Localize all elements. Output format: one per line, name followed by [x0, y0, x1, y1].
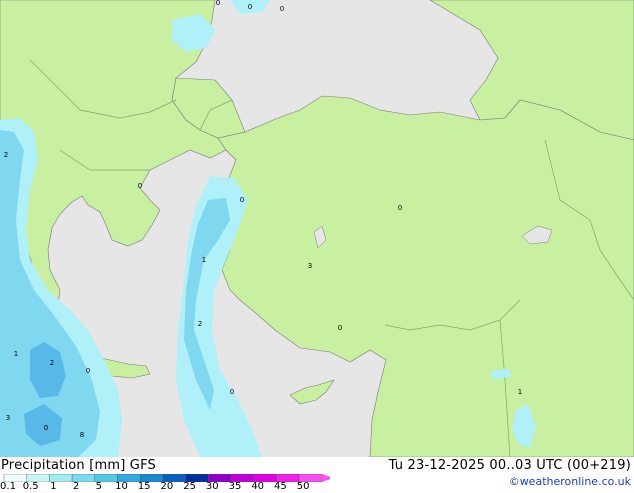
precip-value-label: 2 [4, 151, 8, 159]
legend-tick: 20 [160, 481, 174, 492]
precip-value-label: 8 [80, 431, 84, 439]
legend-tick: 15 [137, 481, 151, 492]
precip-value-label: 0 [216, 0, 220, 7]
weather-map-view: 0000201122030801300 Precipitation [mm] G… [0, 0, 634, 493]
precip-value-label: 1 [518, 388, 522, 396]
precip-value-label: 0 [398, 204, 402, 212]
valid-time-label: Tu 23-12-2025 00..03 UTC (00+219) [388, 458, 631, 473]
precip-value-label: 0 [138, 182, 142, 190]
legend-tick: 35 [228, 481, 242, 492]
legend-tick: 10 [115, 481, 128, 492]
legend-tick-labels: 0.1 0.5 1 2 5 10 15 20 25 30 35 40 45 50 [0, 481, 330, 493]
precip-value-label: 1 [202, 256, 206, 264]
legend-tick: 50 [296, 481, 310, 492]
footer-bar: Precipitation [mm] GFS Tu 23-12-2025 00.… [0, 457, 634, 493]
precip-value-label: 0 [240, 196, 244, 204]
legend-tick: 45 [274, 481, 287, 492]
precip-value-label: 0 [248, 3, 252, 11]
legend-tick: 40 [251, 481, 265, 492]
legend-tick: 2 [72, 481, 80, 492]
credit-link[interactable]: ©weatheronline.co.uk [509, 475, 631, 488]
precip-value-label: 0 [44, 424, 48, 432]
precipitation-map: 0 0 0 0 2 0 1 1 2 2 0 3 0 8 0 1 3 0 0 [0, 0, 634, 457]
legend-tick: 30 [205, 481, 219, 492]
precip-value-label: 2 [198, 320, 202, 328]
precip-value-label: 1 [14, 350, 18, 358]
precip-value-label: 0 [86, 367, 90, 375]
map-title: Precipitation [mm] GFS [1, 458, 156, 473]
precip-value-label: 3 [308, 262, 312, 270]
precip-value-label: 0 [280, 5, 284, 13]
precip-value-label: 3 [6, 414, 10, 422]
legend-tick: 0.1 [0, 481, 16, 492]
legend-tick: 5 [95, 481, 102, 492]
legend-tick: 25 [183, 481, 196, 492]
legend-tick: 0.5 [22, 481, 39, 492]
precip-value-label: 0 [338, 324, 342, 332]
precip-value-label: 0 [230, 388, 234, 396]
precip-value-label: 2 [50, 359, 54, 367]
legend-tick: 1 [50, 481, 57, 492]
